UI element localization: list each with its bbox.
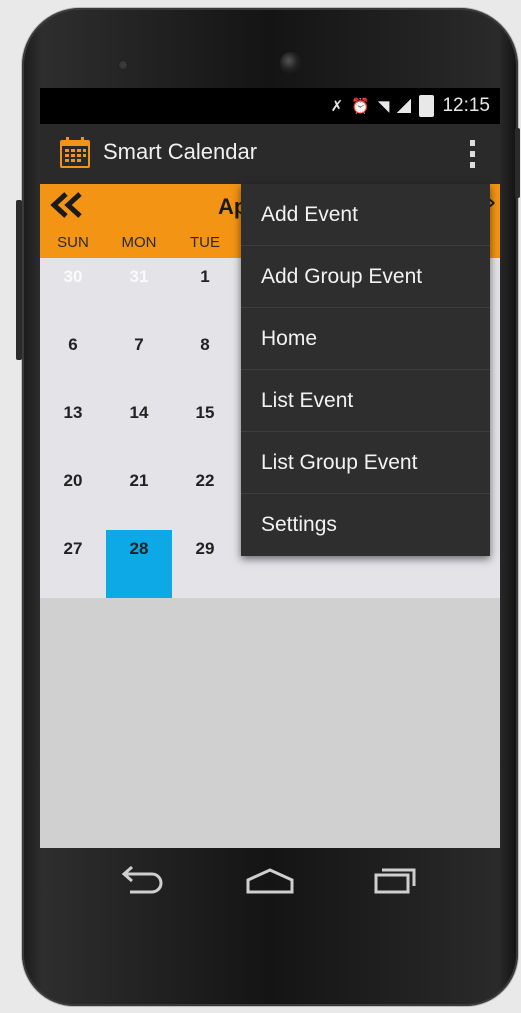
wifi-icon: ◥ <box>377 97 390 115</box>
weekday-tue: TUE <box>190 234 220 251</box>
overflow-menu: Add Event Add Group Event Home List Even… <box>241 184 490 556</box>
calendar-day[interactable]: 15 <box>172 394 238 462</box>
calendar-day[interactable]: 7 <box>106 326 172 394</box>
weekday-mon: MON <box>121 234 157 251</box>
menu-item-home[interactable]: Home <box>241 308 490 370</box>
calendar-day[interactable]: 1 <box>172 258 238 326</box>
back-icon[interactable] <box>112 862 172 898</box>
overflow-menu-icon[interactable] <box>468 140 476 168</box>
menu-item-list-group-event[interactable]: List Group Event <box>241 432 490 494</box>
calendar-day[interactable]: 8 <box>172 326 238 394</box>
calendar-day[interactable]: 30 <box>40 258 106 326</box>
menu-item-settings[interactable]: Settings <box>241 494 490 556</box>
calendar-day[interactable]: 6 <box>40 326 106 394</box>
alarm-icon: ⏰ <box>351 97 370 115</box>
battery-icon <box>419 95 435 117</box>
home-icon[interactable] <box>240 862 300 898</box>
double-chevron-left-icon[interactable] <box>46 190 90 220</box>
front-camera <box>280 52 302 74</box>
mute-icon: ✗ <box>330 97 344 115</box>
menu-item-add-event[interactable]: Add Event <box>241 184 490 246</box>
status-bar: ✗ ⏰ ◥ 12:15 <box>40 88 500 124</box>
weekday-sun: SUN <box>57 234 89 251</box>
calendar-day[interactable]: 13 <box>40 394 106 462</box>
menu-item-list-event[interactable]: List Event <box>241 370 490 432</box>
action-bar: Smart Calendar <box>40 124 500 184</box>
calendar-day[interactable]: 20 <box>40 462 106 530</box>
calendar-day-selected[interactable]: 28 <box>106 530 172 598</box>
calendar-day[interactable]: 27 <box>40 530 106 598</box>
screen: ✗ ⏰ ◥ 12:15 Smart Calendar Ap › SUN MON … <box>40 88 500 848</box>
calendar-day[interactable]: 31 <box>106 258 172 326</box>
calendar-day[interactable]: 14 <box>106 394 172 462</box>
volume-button <box>16 200 22 360</box>
app-title: Smart Calendar <box>103 139 258 164</box>
calendar-icon[interactable] <box>58 136 92 170</box>
proximity-sensor <box>118 60 128 70</box>
signal-icon <box>397 99 412 113</box>
navigation-bar <box>40 848 500 912</box>
recent-apps-icon[interactable] <box>366 862 426 898</box>
calendar-day[interactable]: 29 <box>172 530 238 598</box>
status-time: 12:15 <box>442 95 490 116</box>
calendar-day[interactable]: 22 <box>172 462 238 530</box>
power-button <box>515 128 520 198</box>
menu-item-add-group-event[interactable]: Add Group Event <box>241 246 490 308</box>
calendar-day[interactable]: 21 <box>106 462 172 530</box>
